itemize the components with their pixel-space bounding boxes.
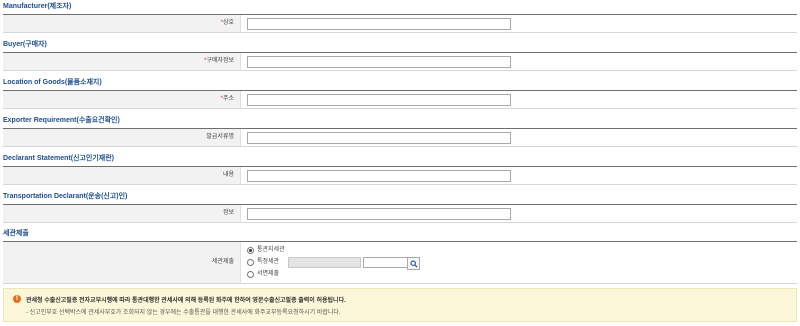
form-row-manufacturer: *상호 (3, 14, 797, 33)
buyer-info-input[interactable] (247, 56, 511, 68)
radio-option-paper-submission[interactable]: 서면제출 (247, 269, 279, 279)
radio-button-checked[interactable] (247, 246, 254, 254)
notice-line-2: - 신고인부호 선택박스에 관세사부호가 조회되지 않는 경우에는 수출통관을 … (26, 310, 341, 316)
section-title-location-of-goods: Location of Goods(물품소재지) (3, 79, 102, 86)
field-label-text: 상호 (222, 20, 234, 26)
search-icon (409, 259, 418, 268)
field-label-text: 구매자정보 (206, 58, 234, 64)
section-title-buyer: Buyer(구매자) (3, 41, 47, 48)
section-title-exporter-requirement: Exporter Requirement(수출요건확인) (3, 117, 120, 124)
field-label-text: 주소 (222, 96, 234, 102)
notice-line-1: 관세청 수출신고필증 전자교부시행에 따라 통관대행한 관세사에 의해 등록된 … (26, 298, 346, 304)
section-title-manufacturer: Manufacturer(제조자) (3, 3, 72, 10)
form-row-declarant-statement: 내용 (3, 166, 797, 185)
warning-icon: ! (13, 295, 21, 303)
radio-label: 통관지세관 (257, 247, 285, 253)
document-name-input[interactable] (247, 132, 511, 144)
field-label-info: 정보 (3, 205, 241, 222)
field-label-customs-submission: 세관제출 (3, 242, 241, 283)
content-input[interactable] (247, 170, 511, 182)
address-input[interactable] (247, 94, 511, 106)
field-label-buyer-info: *구매자정보 (3, 53, 241, 70)
company-name-input[interactable] (247, 18, 511, 30)
export-certificate-form: Manufacturer(제조자) *상호 Buyer(구매자) *구매자정보 … (0, 0, 800, 326)
radio-option-specific-customs[interactable]: 특정세관 (247, 257, 279, 267)
radio-label: 서면제출 (257, 271, 280, 277)
radio-button[interactable] (247, 270, 254, 278)
form-row-transportation-declarant: 정보 (3, 204, 797, 223)
form-row-location: *주소 (3, 90, 797, 109)
section-title-customs-submission: 세관제출 (3, 230, 29, 237)
customs-name-field[interactable] (363, 257, 408, 268)
field-label-content: 내용 (3, 167, 241, 184)
field-label-company-name: *상호 (3, 15, 241, 32)
form-row-exporter-requirement: 발급서류명 (3, 128, 797, 147)
field-label-document-name: 발급서류명 (3, 129, 241, 146)
radio-button[interactable] (247, 258, 254, 266)
notice-box: ! 관세청 수출신고필증 전자교부시행에 따라 통관대행한 관세사에 의해 등록… (3, 288, 797, 322)
search-button[interactable] (407, 257, 420, 270)
form-row-customs-submission: 세관제출 통관지세관 특정세관 서면제출 (3, 241, 797, 284)
radio-option-clearance-customs[interactable]: 통관지세관 (247, 245, 285, 255)
section-title-transportation-declarant: Transportation Declarant(운송(신고)인) (3, 193, 128, 200)
form-row-buyer: *구매자정보 (3, 52, 797, 71)
radio-label: 특정세관 (257, 259, 280, 265)
customs-code-field (288, 257, 361, 268)
section-title-declarant-statement: Declarant Statement(신고인기재란) (3, 155, 114, 162)
info-input[interactable] (247, 208, 511, 220)
field-label-address: *주소 (3, 91, 241, 108)
